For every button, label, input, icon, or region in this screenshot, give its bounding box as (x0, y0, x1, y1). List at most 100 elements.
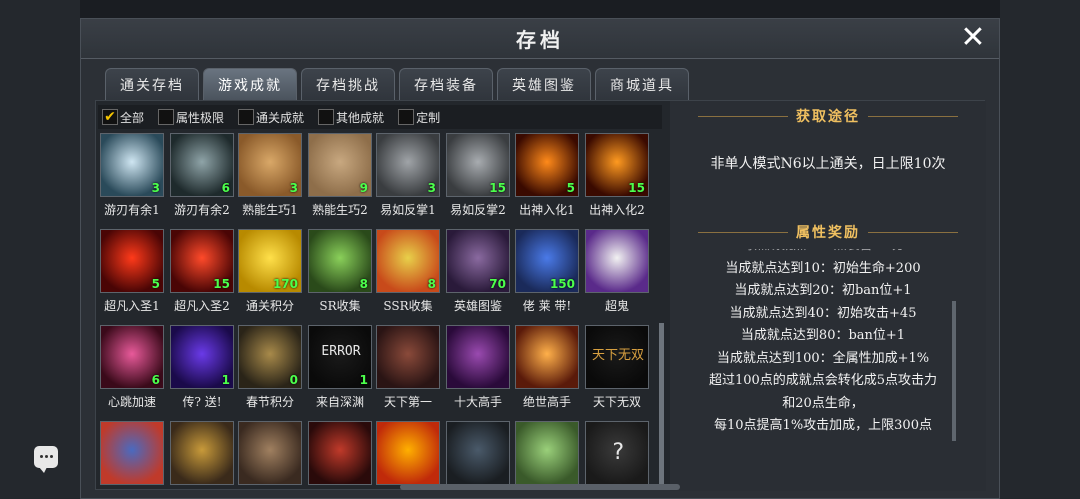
blue-creature-icon[interactable] (100, 421, 164, 485)
question-mark-icon[interactable]: ? (585, 421, 649, 485)
orange-orbs-icon[interactable]: 8 (376, 229, 440, 293)
checkbox-checked-icon[interactable]: ✔ (102, 109, 118, 125)
achievement-item[interactable]: ? (585, 421, 651, 488)
achievement-item[interactable]: 150 佬 莱 带! (515, 229, 581, 325)
title-bar: 存档 ✕ (81, 19, 999, 59)
armored-head-icon[interactable]: 3 (376, 133, 440, 197)
filter-3[interactable]: 其他成就 (318, 109, 384, 126)
achievement-item[interactable]: 十大高手 (446, 325, 512, 421)
blade-swirl-icon[interactable]: 3 (100, 133, 164, 197)
warrior-portrait-icon[interactable]: 150 (515, 229, 579, 293)
achievement-item[interactable]: 9 熟能生巧2 (308, 133, 374, 229)
achievement-item[interactable]: 15 出神入化2 (585, 133, 651, 229)
achievement-item[interactable]: 天下第一 (376, 325, 442, 421)
achievement-item[interactable] (446, 421, 512, 488)
fire-logo-icon[interactable] (376, 421, 440, 485)
background-left (0, 0, 80, 499)
achievement-item[interactable]: 天下无双 天下无双 (585, 325, 651, 421)
checkbox-icon[interactable] (158, 109, 175, 125)
error-text-icon[interactable]: ERROR 1 (308, 325, 372, 389)
reward-line: 超过100点的成就点会转化成5点攻击力 (708, 373, 938, 388)
achievement-item[interactable] (238, 421, 304, 488)
achievement-label: 超凡入圣1 (104, 299, 160, 313)
red-warrior-icon[interactable] (308, 421, 372, 485)
tab-3[interactable]: 存档装备 (399, 68, 493, 100)
achievement-label: 游刃有余2 (174, 203, 230, 217)
achievement-item[interactable]: 绝世高手 (515, 325, 581, 421)
achievement-item[interactable]: 3 游刃有余1 (100, 133, 166, 229)
achievement-item[interactable]: 170 通关积分 (238, 229, 304, 325)
achievement-item[interactable] (515, 421, 581, 488)
achievement-item[interactable]: 5 超凡入圣1 (100, 229, 166, 325)
chat-bubble-icon[interactable] (34, 446, 58, 473)
achievement-item[interactable]: 1 传? 送! (170, 325, 236, 421)
achievement-label: 十大高手 (453, 395, 502, 409)
achievement-item[interactable]: 8 SR收集 (308, 229, 374, 325)
achievement-item[interactable] (308, 421, 374, 488)
tab-4[interactable]: 英雄图鉴 (497, 68, 591, 100)
achievement-item[interactable]: 3 熟能生巧1 (238, 133, 304, 229)
filter-0[interactable]: ✔ 全部 (102, 109, 144, 126)
fire-hand-icon[interactable] (515, 325, 579, 389)
achievement-item[interactable] (100, 421, 166, 488)
achievement-item[interactable]: 15 易如反掌2 (446, 133, 512, 229)
rock-golem-icon[interactable]: 3 (238, 133, 302, 197)
achievement-label: 出神入化2 (589, 203, 645, 217)
achievement-item[interactable] (170, 421, 236, 488)
calligraphy-icon[interactable]: 天下无双 (585, 325, 649, 389)
elder-portrait-icon[interactable] (238, 421, 302, 485)
achievement-item[interactable]: 5 出神入化1 (515, 133, 581, 229)
red-demon-icon[interactable]: 15 (170, 229, 234, 293)
flame-demon-icon[interactable]: 15 (585, 133, 649, 197)
filter-4[interactable]: 定制 (398, 109, 440, 126)
green-cabbage-icon[interactable] (515, 421, 579, 485)
checkbox-icon[interactable] (398, 109, 415, 125)
pink-vortex-icon[interactable]: 6 (100, 325, 164, 389)
dark-knight-icon[interactable] (446, 421, 510, 485)
blade-swirl-dark-icon[interactable]: 6 (170, 133, 234, 197)
tab-2[interactable]: 存档挑战 (301, 68, 395, 100)
achievement-item[interactable]: 超鬼 (585, 229, 651, 325)
achievement-item[interactable]: 8 SSR收集 (376, 229, 442, 325)
achievement-item[interactable]: 6 心跳加速 (100, 325, 166, 421)
reward-line: 和20点生命， (782, 395, 864, 411)
tab-0[interactable]: 通关存档 (105, 68, 199, 100)
reward-line: 每点成就点+50点装备+1分 (678, 249, 968, 258)
bottom-scrollbar[interactable] (400, 484, 680, 490)
checkbox-icon[interactable] (318, 109, 335, 125)
filter-1[interactable]: 属性极限 (158, 109, 224, 126)
red-demon-icon[interactable]: 5 (100, 229, 164, 293)
noface-mask-icon[interactable] (585, 229, 649, 293)
flame-demon-icon[interactable]: 5 (515, 133, 579, 197)
rock-golem-pale-icon[interactable]: 9 (308, 133, 372, 197)
gold-logo-icon[interactable] (170, 421, 234, 485)
tab-5[interactable]: 商城道具 (595, 68, 689, 100)
star-portal-icon[interactable]: 1 (170, 325, 234, 389)
grid-scrollbar[interactable] (659, 323, 664, 488)
achievement-label: 超鬼 (604, 299, 629, 313)
achievement-item[interactable]: ERROR 1 来自深渊 (308, 325, 374, 421)
achievement-item[interactable]: 15 超凡入圣2 (170, 229, 236, 325)
achievement-label: 春节积分 (245, 395, 294, 409)
mystic-circle-icon[interactable] (446, 325, 510, 389)
tab-1[interactable]: 游戏成就 (203, 68, 297, 100)
helmet-icon[interactable]: 70 (446, 229, 510, 293)
green-orbs-icon[interactable]: 8 (308, 229, 372, 293)
achievement-item[interactable]: 3 易如反掌1 (376, 133, 442, 229)
window-title: 存档 (516, 28, 564, 52)
achievement-item[interactable] (376, 421, 442, 488)
achievement-item[interactable]: 70 英雄图鉴 (446, 229, 512, 325)
achievement-label: 易如反掌1 (380, 203, 436, 217)
achievement-item[interactable]: 6 游刃有余2 (170, 133, 236, 229)
reward-scrollbar[interactable] (952, 301, 956, 441)
golden-chalice-icon[interactable]: 170 (238, 229, 302, 293)
armored-head-icon[interactable]: 15 (446, 133, 510, 197)
golden-dragon-icon[interactable]: 0 (238, 325, 302, 389)
checkbox-icon[interactable] (238, 109, 255, 125)
close-icon[interactable]: ✕ (959, 23, 987, 53)
background-right (1000, 0, 1080, 499)
filter-2[interactable]: 通关成就 (238, 109, 304, 126)
achievement-item[interactable]: 0 春节积分 (238, 325, 304, 421)
tab-bar: 通关存档 游戏成就 存档挑战 存档装备 英雄图鉴 商城道具 (105, 68, 689, 100)
champion-figure-icon[interactable] (376, 325, 440, 389)
